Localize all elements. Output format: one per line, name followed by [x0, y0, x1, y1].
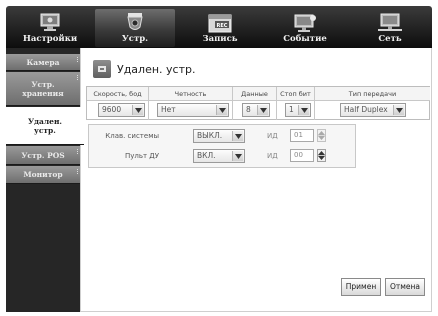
- chevron-down-icon: [298, 105, 309, 115]
- sidebar-item-label: Устр. хранения: [22, 79, 64, 98]
- data-bits-select[interactable]: 8: [242, 103, 270, 117]
- stop-bits-value: 1: [289, 105, 294, 114]
- cell-baud-rate: 9600: [87, 101, 149, 120]
- tab-device[interactable]: Устр.: [95, 9, 175, 47]
- parity-select[interactable]: Нет: [157, 103, 229, 117]
- cell-transmission-type: Half Duplex: [315, 101, 430, 120]
- spinner-down-icon[interactable]: [318, 135, 325, 142]
- tab-record-label: Запись: [202, 34, 238, 44]
- cell-stop-bits: 1: [277, 101, 315, 120]
- remote-control-id-field[interactable]: 00: [290, 149, 314, 162]
- spinner-down-icon[interactable]: [318, 155, 325, 162]
- sidebar-item-label: Удален. устр.: [27, 116, 63, 135]
- remote-control-label: Пульт ДУ: [124, 152, 159, 160]
- header-transmission-type: Тип передачи: [315, 87, 430, 101]
- tab-network[interactable]: Сеть: [350, 9, 430, 47]
- tab-event[interactable]: Событие: [265, 9, 345, 47]
- stop-bits-select[interactable]: 1: [285, 103, 311, 117]
- remote-device-icon: [93, 60, 111, 78]
- header-baud-rate: Скорость, бод: [87, 87, 149, 101]
- transmission-type-select[interactable]: Half Duplex: [340, 103, 406, 117]
- header-stop-bits: Стоп бит: [277, 87, 315, 101]
- baud-rate-value: 9600: [102, 105, 122, 114]
- system-keyboard-id-label: ИД: [267, 132, 278, 140]
- tab-settings-label: Настройки: [22, 34, 78, 44]
- camera-icon: [127, 13, 143, 30]
- chevron-down-icon: [216, 105, 227, 115]
- divider-mark: [75, 149, 78, 154]
- remote-control-id-spinner[interactable]: [317, 149, 326, 162]
- header-data-bits: Данные: [233, 87, 277, 101]
- remote-control-select[interactable]: ВКЛ.: [193, 149, 245, 163]
- remote-control-value: ВКЛ.: [197, 151, 216, 160]
- main-panel: Удален. устр. Скорость, бод Четность Дан…: [80, 48, 432, 312]
- top-menu-bar: Настройки Устр. REC Запись Событие Сеть: [6, 6, 432, 48]
- chevron-down-icon: [232, 131, 243, 141]
- transmission-type-value: Half Duplex: [344, 105, 388, 114]
- system-keyboard-label: Клав. системы: [105, 132, 159, 140]
- svg-text:REC: REC: [217, 23, 228, 29]
- event-monitor-icon: [294, 14, 316, 32]
- system-keyboard-id-spinner[interactable]: [317, 129, 326, 142]
- serial-settings-table: Скорость, бод Четность Данные Стоп бит Т…: [86, 86, 430, 120]
- chevron-down-icon: [132, 105, 143, 115]
- tab-settings[interactable]: Настройки: [10, 9, 90, 47]
- system-keyboard-value: ВЫКЛ.: [197, 131, 223, 140]
- divider-mark: [75, 57, 78, 62]
- tab-device-label: Устр.: [121, 34, 149, 44]
- tab-event-label: Событие: [283, 34, 327, 44]
- divider-mark: [75, 75, 78, 80]
- parity-value: Нет: [161, 105, 176, 114]
- cell-data-bits: 8: [233, 101, 277, 120]
- sidebar-item-label: Монитор: [23, 170, 63, 179]
- chevron-down-icon: [232, 151, 243, 161]
- baud-rate-select[interactable]: 9600: [98, 103, 145, 117]
- sidebar-item-storage[interactable]: Устр. хранения: [6, 72, 80, 106]
- cell-parity: Нет: [149, 101, 233, 120]
- chevron-down-icon: [257, 105, 268, 115]
- tab-record[interactable]: REC Запись: [180, 9, 260, 47]
- chevron-down-icon: [393, 105, 404, 115]
- divider-mark: [75, 169, 78, 174]
- network-icon: [378, 13, 402, 31]
- control-devices-panel: Клав. системы ВЫКЛ. ИД 01 Пульт ДУ ВКЛ. …: [88, 124, 356, 168]
- header-parity: Четность: [149, 87, 233, 101]
- sidebar-item-pos[interactable]: Устр. POS: [6, 146, 80, 165]
- rec-calendar-icon: REC: [208, 14, 232, 33]
- system-keyboard-select[interactable]: ВЫКЛ.: [193, 129, 245, 143]
- sidebar-item-camera[interactable]: Камера: [6, 54, 80, 71]
- sidebar-item-label: Устр. POS: [21, 150, 65, 160]
- sidebar-item-monitor[interactable]: Монитор: [6, 166, 80, 184]
- monitor-settings-icon: [40, 13, 60, 31]
- data-bits-value: 8: [246, 105, 251, 114]
- system-keyboard-id-field[interactable]: 01: [290, 129, 314, 142]
- remote-control-id-label: ИД: [267, 152, 278, 160]
- sidebar-item-remote-device[interactable]: Удален. устр.: [6, 107, 84, 145]
- cancel-button[interactable]: Отмена: [385, 278, 425, 296]
- sidebar-item-label: Камера: [26, 57, 60, 67]
- tab-network-label: Сеть: [378, 34, 402, 44]
- page-title: Удален. устр.: [117, 63, 196, 76]
- apply-button[interactable]: Примен: [341, 278, 381, 296]
- sidebar: Камера Устр. хранения Удален. устр. Устр…: [6, 48, 84, 312]
